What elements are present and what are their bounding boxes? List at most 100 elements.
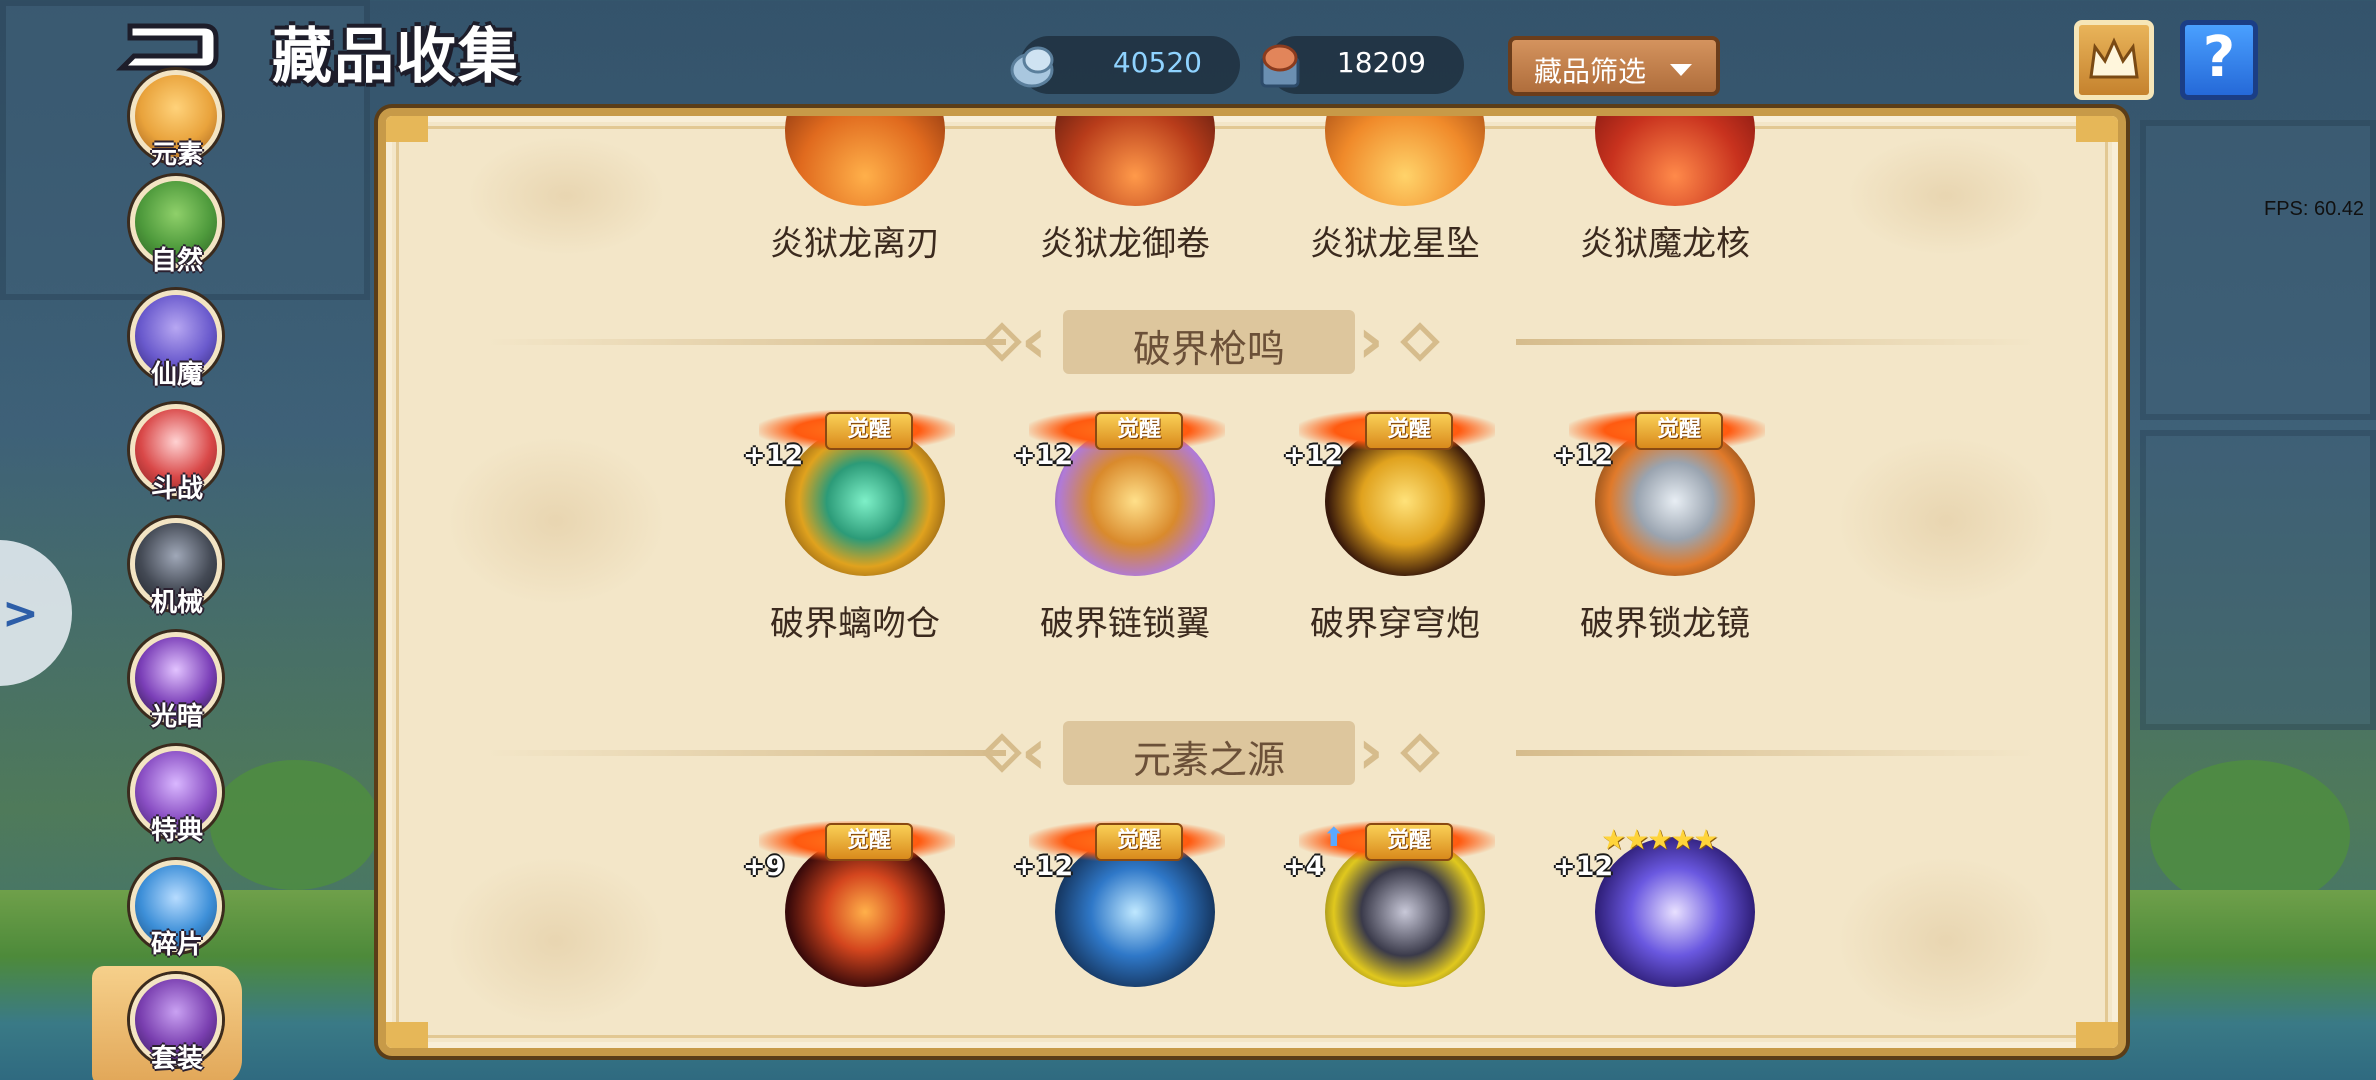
category-sidebar: 元素 自然 仙魔 斗战 机械 光暗 特典 碎片 套装 [92, 70, 242, 1080]
panel-corner-ornament [386, 1022, 428, 1048]
material-chest-icon [1260, 44, 1300, 88]
dragon-meteor-icon [1325, 116, 1485, 206]
item-name: 炎狱龙星坠 [1310, 224, 1480, 264]
collection-item[interactable]: 觉醒 +12 破界螭吻仓 [743, 406, 955, 644]
trident-icon [1595, 837, 1755, 987]
sidebar-item-label: 斗战 [150, 474, 203, 504]
item-name: 炎狱龙御卷 [1040, 224, 1210, 264]
section-header: ‹ 破界枪鸣 › [486, 302, 2036, 382]
sidebar-item-special[interactable]: 特典 [130, 746, 224, 852]
item-name: 破界链锁翼 [1040, 604, 1210, 644]
sidebar-item-label: 碎片 [150, 930, 203, 960]
collection-filter-dropdown[interactable]: 藏品筛选 [1508, 36, 1720, 96]
section-title: 破界枪鸣 [1132, 327, 1285, 371]
enhance-level: +12 [1553, 440, 1614, 471]
currency-material-value: 18209 [1336, 46, 1426, 79]
stone-block [2140, 430, 2376, 730]
dragon-blade-icon [785, 116, 945, 206]
sidebar-item-fragments[interactable]: 碎片 [130, 860, 224, 966]
upgrade-arrow-icon: ⬆ [1323, 823, 1345, 853]
collection-item[interactable]: 觉醒 +9 [743, 817, 955, 1047]
currency-silver-value: 40520 [1112, 46, 1202, 79]
fps-counter: FPS: 60.42 [2264, 198, 2365, 220]
sidebar-item-label: 自然 [150, 246, 203, 276]
divider-line [1516, 339, 2036, 345]
item-name: 炎狱魔龙核 [1580, 224, 1750, 264]
awaken-badge: 觉醒 [825, 823, 913, 861]
enhance-level: +9 [743, 851, 785, 882]
collection-item[interactable]: ★★★★★ +12 [1553, 817, 1765, 1047]
item-name: 破界穿穹炮 [1310, 604, 1480, 644]
panel-corner-ornament [2076, 1022, 2118, 1048]
enhance-level: +12 [743, 440, 804, 471]
collection-item[interactable]: 觉醒 +12 破界穿穹炮 [1283, 406, 1495, 644]
help-button[interactable]: ? [2180, 20, 2258, 100]
sidebar-item-label: 仙魔 [150, 360, 203, 390]
panel-corner-ornament [2076, 116, 2118, 142]
chevron-down-icon [1670, 64, 1692, 76]
background-ornament [446, 436, 666, 606]
divider-line [1516, 750, 2036, 756]
sidebar-item-sets[interactable]: 套装 [92, 966, 242, 1080]
panel-corner-ornament [386, 116, 428, 142]
enhance-level: +12 [1283, 440, 1344, 471]
awaken-badge: 觉醒 [825, 412, 913, 450]
sidebar-item-combat[interactable]: 斗战 [130, 404, 224, 510]
back-button[interactable] [112, 18, 222, 76]
awaken-badge: 觉醒 [1095, 412, 1183, 450]
divider-line [486, 750, 1006, 756]
dragon-scroll-icon [1055, 116, 1215, 206]
sidebar-item-label: 套装 [150, 1044, 203, 1074]
background-ornament [1846, 136, 2046, 256]
sidebar-item-mechanical[interactable]: 机械 [130, 518, 224, 624]
enhance-level: +12 [1013, 440, 1074, 471]
diamond-ornament [982, 733, 1022, 773]
background-ornament [1836, 856, 2056, 1026]
collection-item[interactable]: 觉醒 +12 破界锁龙镜 [1553, 406, 1765, 644]
awaken-badge: 觉醒 [1095, 823, 1183, 861]
sidebar-item-light-dark[interactable]: 光暗 [130, 632, 224, 738]
awaken-badge: 觉醒 [1635, 412, 1723, 450]
crown-icon [2089, 37, 2139, 79]
crown-button[interactable] [2074, 20, 2154, 100]
chevron-right-icon: > [2, 588, 39, 639]
diamond-ornament [1400, 733, 1440, 773]
currency-silver: 40520 [1010, 36, 1240, 94]
enhance-level: +12 [1553, 851, 1614, 882]
section-title: 元素之源 [1132, 738, 1285, 782]
chevron-ornament: › [1358, 715, 1384, 788]
stone-block [2140, 120, 2376, 420]
collection-item[interactable]: 觉醒 +12 [1013, 817, 1225, 1047]
chevron-ornament: › [1358, 304, 1384, 377]
sidebar-item-nature[interactable]: 自然 [130, 176, 224, 282]
item-name: 炎狱龙离刃 [770, 224, 940, 264]
collection-item[interactable]: 觉醒 ⬆ +4 [1283, 817, 1495, 1047]
filter-label: 藏品筛选 [1534, 55, 1647, 88]
sidebar-item-label: 光暗 [150, 702, 203, 732]
back-arrow-icon [115, 23, 219, 71]
bush [2150, 760, 2350, 910]
diamond-ornament [982, 322, 1022, 362]
sidebar-item-label: 元素 [150, 140, 203, 170]
enhance-level: +4 [1283, 851, 1325, 882]
currency-material: 18209 [1260, 36, 1464, 94]
page-title: 藏品收集 [272, 22, 520, 92]
demon-dragon-core-icon [1595, 116, 1755, 206]
background-ornament [1836, 436, 2056, 606]
silver-coins-icon [1010, 46, 1054, 88]
diamond-ornament [1400, 322, 1440, 362]
item-name: 破界螭吻仓 [770, 604, 940, 644]
item-name: 破界锁龙镜 [1580, 604, 1750, 644]
sidebar-item-label: 机械 [150, 588, 203, 618]
bush [210, 760, 380, 890]
awaken-badge: 觉醒 [1365, 412, 1453, 450]
awaken-badge: 觉醒 [1365, 823, 1453, 861]
enhance-level: +12 [1013, 851, 1074, 882]
sidebar-item-immortal-demon[interactable]: 仙魔 [130, 290, 224, 396]
collection-item[interactable]: 觉醒 +12 破界链锁翼 [1013, 406, 1225, 644]
chevron-ornament: ‹ [1021, 304, 1047, 377]
collection-panel: 炎狱龙离刃 炎狱龙御卷 炎狱龙星坠 炎狱魔龙核 ‹ 破界枪鸣 › 觉醒 +12 … [378, 108, 2126, 1056]
chevron-ornament: ‹ [1021, 715, 1047, 788]
sidebar-item-element[interactable]: 元素 [130, 70, 224, 176]
divider-line [486, 339, 1006, 345]
